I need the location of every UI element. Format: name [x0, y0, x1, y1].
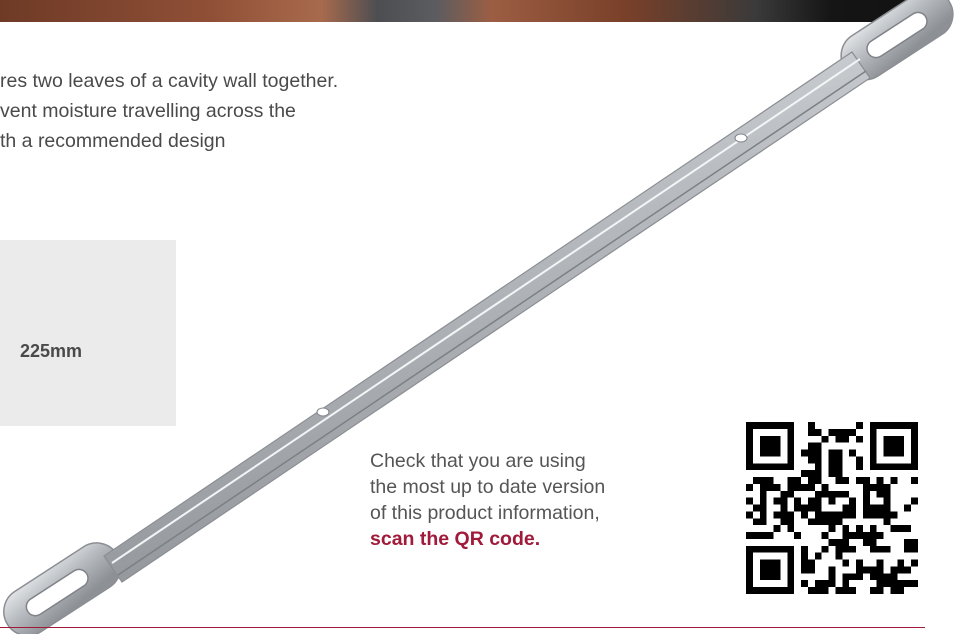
- qr-instructions: Check that you are using the most up to …: [370, 448, 720, 552]
- qr-note-line-3: of this product information,: [370, 502, 600, 524]
- qr-note-line-1: Check that you are using: [370, 450, 586, 472]
- footer-divider: [0, 627, 925, 628]
- qr-code-icon[interactable]: [746, 422, 918, 594]
- qr-cta: scan the QR code.: [370, 528, 541, 550]
- qr-note-line-2: the most up to date version: [370, 476, 606, 498]
